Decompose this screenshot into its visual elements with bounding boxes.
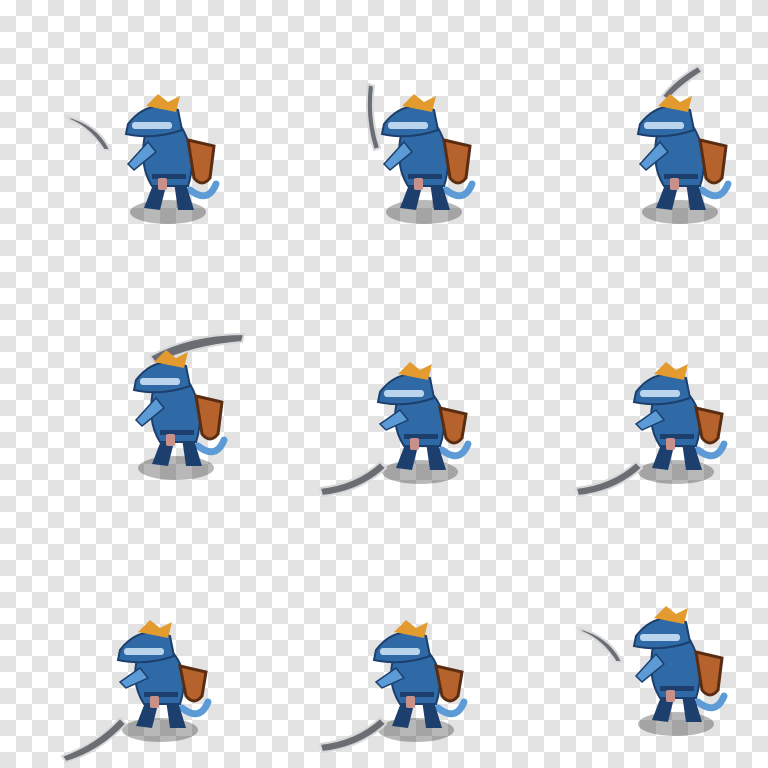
sprite-frame-2	[256, 0, 512, 256]
helmet-visor	[388, 122, 428, 129]
wooden-shield	[186, 138, 216, 185]
helmet-visor	[384, 390, 424, 397]
belt	[660, 434, 694, 439]
sprite-sheet	[0, 0, 768, 768]
lizard-warrior-sprite-4	[132, 332, 246, 480]
helmet-visor	[640, 634, 680, 641]
scimitar-blade	[574, 626, 624, 663]
pouch	[670, 178, 679, 190]
wooden-shield	[194, 394, 224, 441]
lizard-warrior-sprite-9	[574, 606, 728, 736]
wooden-shield	[438, 406, 468, 445]
scimitar-blade	[318, 460, 388, 498]
sprite-frame-9	[512, 512, 768, 768]
sprite-frame-7	[0, 512, 256, 768]
tail	[434, 698, 468, 718]
belt	[664, 174, 698, 179]
belt	[152, 174, 186, 179]
lizard-warrior-sprite-3	[636, 64, 732, 224]
wooden-shield	[694, 406, 724, 445]
tail	[694, 440, 728, 460]
wooden-shield	[698, 138, 728, 185]
helmet-visor	[640, 390, 680, 397]
tail	[438, 440, 472, 460]
tail	[186, 180, 220, 200]
pouch	[166, 434, 175, 446]
belt	[408, 174, 442, 179]
wooden-shield	[178, 664, 208, 703]
helmet-visor	[380, 648, 420, 655]
scimitar-blade	[62, 114, 112, 151]
scimitar-blade	[660, 64, 704, 102]
sprite-frame-8	[256, 512, 512, 768]
helmet-visor	[140, 378, 180, 385]
scimitar-blade	[60, 716, 128, 764]
sprite-frame-4	[0, 256, 256, 512]
lizard-warrior-sprite-5	[318, 362, 472, 498]
belt	[160, 430, 194, 435]
ground-shadow	[130, 200, 206, 224]
tail	[698, 180, 732, 200]
ground-shadow	[122, 718, 198, 742]
pouch	[406, 696, 415, 708]
ground-shadow	[378, 718, 454, 742]
helmet-visor	[132, 122, 172, 129]
sprite-frame-5	[256, 256, 512, 512]
ground-shadow	[638, 712, 714, 736]
tail	[442, 180, 476, 200]
wooden-shield	[694, 650, 724, 697]
pouch	[158, 178, 167, 190]
wooden-shield	[442, 138, 472, 185]
tail	[694, 692, 728, 712]
lizard-warrior-sprite-2	[365, 82, 476, 224]
ground-shadow	[386, 200, 462, 224]
pouch	[666, 438, 675, 450]
ground-shadow	[642, 200, 718, 224]
belt	[144, 692, 178, 697]
helmet-visor	[124, 648, 164, 655]
scimitar-blade	[318, 716, 388, 754]
ground-shadow	[638, 460, 714, 484]
tail	[178, 698, 212, 718]
sprite-frame-1	[0, 0, 256, 256]
sprite-frame-3	[512, 0, 768, 256]
pouch	[666, 690, 675, 702]
ground-shadow	[382, 460, 458, 484]
ground-shadow	[138, 456, 214, 480]
scimitar-blade	[574, 460, 644, 498]
sprite-frame-6	[512, 256, 768, 512]
lizard-warrior-sprite-6	[574, 362, 728, 498]
wooden-shield	[434, 664, 464, 703]
scimitar-blade	[365, 82, 382, 152]
belt	[404, 434, 438, 439]
helmet-visor	[644, 122, 684, 129]
lizard-warrior-sprite-1	[62, 94, 220, 224]
lizard-warrior-sprite-8	[318, 620, 468, 754]
belt	[400, 692, 434, 697]
pouch	[150, 696, 159, 708]
lizard-warrior-sprite-7	[60, 620, 212, 764]
tail	[194, 436, 228, 456]
pouch	[410, 438, 419, 450]
belt	[660, 686, 694, 691]
pouch	[414, 178, 423, 190]
